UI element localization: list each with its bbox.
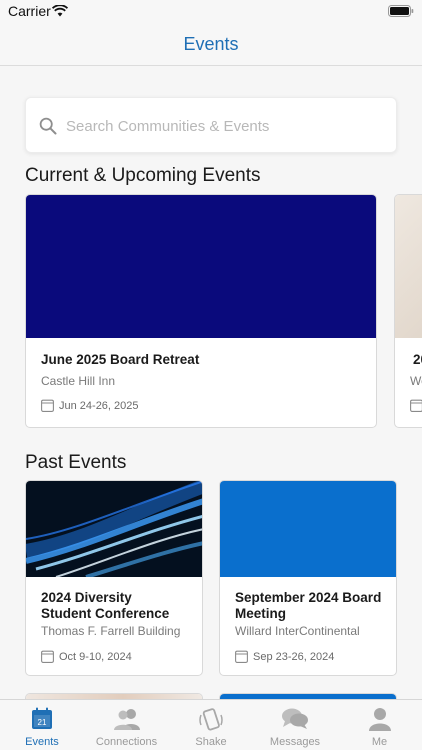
person-icon	[368, 707, 391, 736]
search-input[interactable]	[66, 112, 386, 140]
event-card-next-upcoming[interactable]: 20 We	[394, 194, 422, 428]
event-title-line-1: 2024 Diversity	[41, 590, 132, 605]
event-title-line-2: Meeting	[235, 606, 287, 621]
carrier-label: Carrier	[8, 3, 51, 19]
tab-events[interactable]: 21 Events	[0, 700, 84, 750]
tab-me[interactable]: Me	[337, 700, 422, 750]
page-title: Events	[183, 34, 239, 54]
search-icon	[39, 117, 57, 140]
event-image	[220, 481, 396, 577]
event-venue: We	[410, 374, 422, 388]
tab-label: Connections	[95, 736, 158, 748]
tab-shake[interactable]: Shake	[169, 700, 253, 750]
event-image	[395, 195, 422, 338]
tab-label: Messages	[269, 736, 321, 748]
battery-icon	[388, 4, 414, 22]
event-venue: Thomas F. Farrell Building	[41, 624, 181, 638]
event-date: Jun 24-26, 2025	[59, 400, 139, 412]
event-image	[26, 195, 376, 338]
upcoming-section-title: Current & Upcoming Events	[25, 165, 261, 186]
event-venue: Willard InterContinental	[235, 624, 360, 638]
event-image-light-streaks	[26, 481, 202, 579]
calendar-icon	[41, 650, 54, 668]
event-card-september-2024-board-meeting[interactable]: September 2024 Board Meeting Willard Int…	[219, 480, 397, 676]
events-content[interactable]: Current & Upcoming Events June 2025 Boar…	[0, 67, 422, 699]
tab-connections[interactable]: Connections	[84, 700, 169, 750]
event-title: June 2025 Board Retreat	[41, 352, 200, 367]
tab-label: Events	[25, 736, 59, 748]
event-venue: Castle Hill Inn	[41, 374, 116, 388]
tab-bar: 21 Events Connections Shake Messages Me	[0, 699, 422, 750]
event-card-2024-diversity-student-conference[interactable]: 2024 Diversity Student Conference Thomas…	[25, 480, 203, 676]
calendar-icon	[410, 399, 422, 417]
chat-bubbles-icon	[281, 707, 309, 736]
tab-messages[interactable]: Messages	[253, 700, 337, 750]
event-title: 20	[413, 352, 422, 367]
calendar-icon: 21	[31, 707, 53, 736]
search-bar[interactable]	[25, 97, 397, 153]
event-date: Sep 23-26, 2024	[253, 651, 335, 663]
tab-label: Shake	[195, 736, 227, 748]
tab-label: Me	[371, 736, 388, 748]
event-date: Oct 9-10, 2024	[59, 651, 132, 663]
calendar-badge: 21	[38, 718, 47, 727]
navigation-bar: Events	[0, 22, 422, 66]
past-section-title: Past Events	[25, 452, 127, 473]
event-title-line-1: September 2024 Board	[235, 590, 382, 605]
calendar-icon	[235, 650, 248, 668]
status-bar: Carrier	[0, 0, 422, 22]
phone-shake-icon	[198, 707, 224, 738]
calendar-icon	[41, 399, 54, 417]
wifi-icon	[51, 4, 69, 22]
event-card-june-2025-board-retreat[interactable]: June 2025 Board Retreat Castle Hill Inn …	[25, 194, 377, 428]
event-title-line-2: Student Conference	[41, 606, 170, 621]
people-icon	[113, 707, 141, 736]
